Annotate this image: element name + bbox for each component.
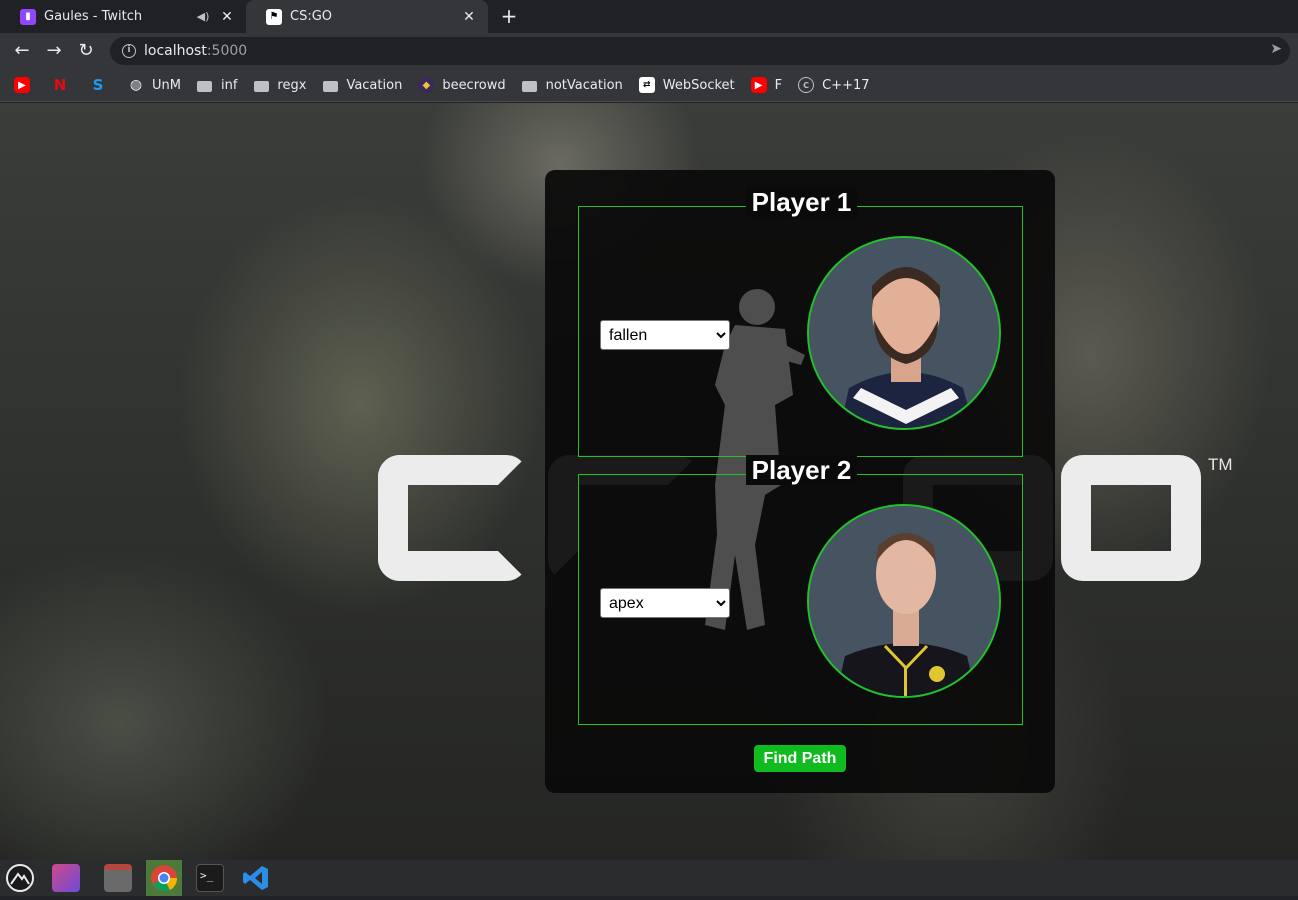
- tab-title: Gaules - Twitch: [44, 9, 143, 24]
- cpp-icon: C: [798, 77, 815, 93]
- bookmark-label: inf: [220, 77, 238, 93]
- bookmark-vacation[interactable]: Vacation: [322, 77, 402, 93]
- youtube-icon: ▶: [750, 77, 767, 93]
- site-info-icon[interactable]: i: [122, 44, 136, 58]
- bookmark-youtube[interactable]: ▶: [14, 77, 38, 93]
- vscode-icon[interactable]: [242, 864, 270, 892]
- bookmark-skype[interactable]: S: [90, 76, 114, 94]
- taskbar: >_: [0, 860, 1298, 896]
- player2-title-text: Player 2: [745, 455, 858, 485]
- bookmark-beecrowd[interactable]: ◆ beecrowd: [418, 77, 506, 93]
- folder-icon: [322, 77, 338, 93]
- folder-icon: [522, 77, 538, 93]
- globe-icon: ◍: [129, 77, 143, 93]
- logo-letter-c: [378, 455, 528, 581]
- bookmark-label: WebSocket: [662, 77, 735, 93]
- reload-icon[interactable]: ↻: [74, 39, 98, 63]
- chrome-icon[interactable]: [146, 860, 182, 896]
- terminal-icon[interactable]: >_: [196, 864, 224, 892]
- logo-letter-o: [1061, 455, 1201, 581]
- player2-select[interactable]: apex: [600, 588, 730, 618]
- back-arrow-icon[interactable]: ←: [10, 39, 34, 63]
- skype-icon: S: [92, 76, 104, 94]
- folder-icon: [253, 77, 269, 93]
- files-icon[interactable]: [104, 864, 132, 892]
- bookmark-netflix[interactable]: N: [52, 76, 76, 94]
- player2-title: Player 2: [579, 455, 1024, 486]
- bookmark-regx[interactable]: regx: [253, 77, 306, 93]
- bookmark-label: Vacation: [346, 77, 403, 93]
- mountain-glyph: [10, 872, 30, 885]
- player-card: Player 1 fallen Player 2 apex Find Path: [545, 170, 1055, 793]
- player1-select[interactable]: fallen: [600, 320, 730, 350]
- bookmark-notvacation[interactable]: notVacation: [522, 77, 623, 93]
- player1-avatar: [807, 236, 1001, 430]
- beecrowd-icon: ◆: [418, 77, 435, 93]
- trademark-symbol: TM: [1208, 455, 1233, 474]
- bookmark-label: beecrowd: [442, 77, 506, 93]
- plus-icon[interactable]: +: [497, 4, 521, 28]
- close-tab-icon[interactable]: ✕: [460, 9, 478, 25]
- bookmark-label: F: [774, 77, 783, 93]
- page-viewport: TM Player 1 fallen Player 2 apex Find Pa…: [0, 103, 1298, 860]
- find-path-button[interactable]: Find Path: [754, 745, 846, 772]
- bookmark-label: notVacation: [545, 77, 623, 93]
- player1-photo: [809, 238, 999, 428]
- close-tab-icon[interactable]: ✕: [218, 9, 236, 25]
- folder-icon: [197, 77, 213, 93]
- forward-arrow-icon[interactable]: →: [42, 39, 66, 63]
- bookmark-unm[interactable]: ◍ UnM: [128, 77, 181, 93]
- bookmark-f[interactable]: ▶ F: [750, 77, 783, 93]
- gradient-app-icon[interactable]: [52, 864, 80, 892]
- tab-csgo[interactable]: ⚑ CS:GO ✕: [246, 0, 488, 33]
- bookmarks-bar: ▶ N S ◍ UnM inf regx Vacation ◆ beecrowd n…: [0, 69, 1298, 102]
- bookmark-cpp[interactable]: C C++17: [798, 77, 870, 93]
- youtube-icon: ▶: [14, 77, 30, 93]
- url-host: localhost: [144, 43, 207, 59]
- address-bar[interactable]: i localhost:5000 ➤: [110, 37, 1290, 65]
- player2-photo: [809, 506, 999, 696]
- url-port: :5000: [206, 43, 248, 59]
- websocket-icon: ⇄: [638, 77, 655, 93]
- player1-box: Player 1 fallen: [578, 187, 1023, 457]
- bookmark-label: UnM: [152, 77, 181, 93]
- speaker-icon[interactable]: ◀): [194, 10, 212, 23]
- player2-avatar: [807, 504, 1001, 698]
- twitch-icon: ▮: [20, 8, 36, 25]
- tab-twitch[interactable]: ▮ Gaules - Twitch ◀) ✕: [0, 0, 246, 33]
- send-icon[interactable]: ➤: [1270, 41, 1282, 57]
- chrome-glyph: [151, 865, 178, 892]
- browser-toolbar: ← → ↻ i localhost:5000 ➤: [0, 33, 1298, 69]
- csgo-icon: ⚑: [266, 8, 282, 25]
- bookmark-websocket[interactable]: ⇄ WebSocket: [638, 77, 735, 93]
- player1-title: Player 1: [579, 187, 1024, 218]
- player2-box: Player 2 apex: [578, 455, 1023, 725]
- bookmark-inf[interactable]: inf: [197, 77, 237, 93]
- tab-title: CS:GO: [290, 9, 333, 24]
- launcher-icon[interactable]: [6, 864, 34, 892]
- tab-strip: ▮ Gaules - Twitch ◀) ✕ ⚑ CS:GO ✕ +: [0, 0, 1298, 33]
- player1-title-text: Player 1: [745, 187, 858, 217]
- bookmark-label: regx: [277, 77, 307, 93]
- netflix-icon: N: [53, 76, 67, 94]
- bookmark-label: C++17: [822, 77, 870, 93]
- vscode-glyph: [243, 866, 268, 890]
